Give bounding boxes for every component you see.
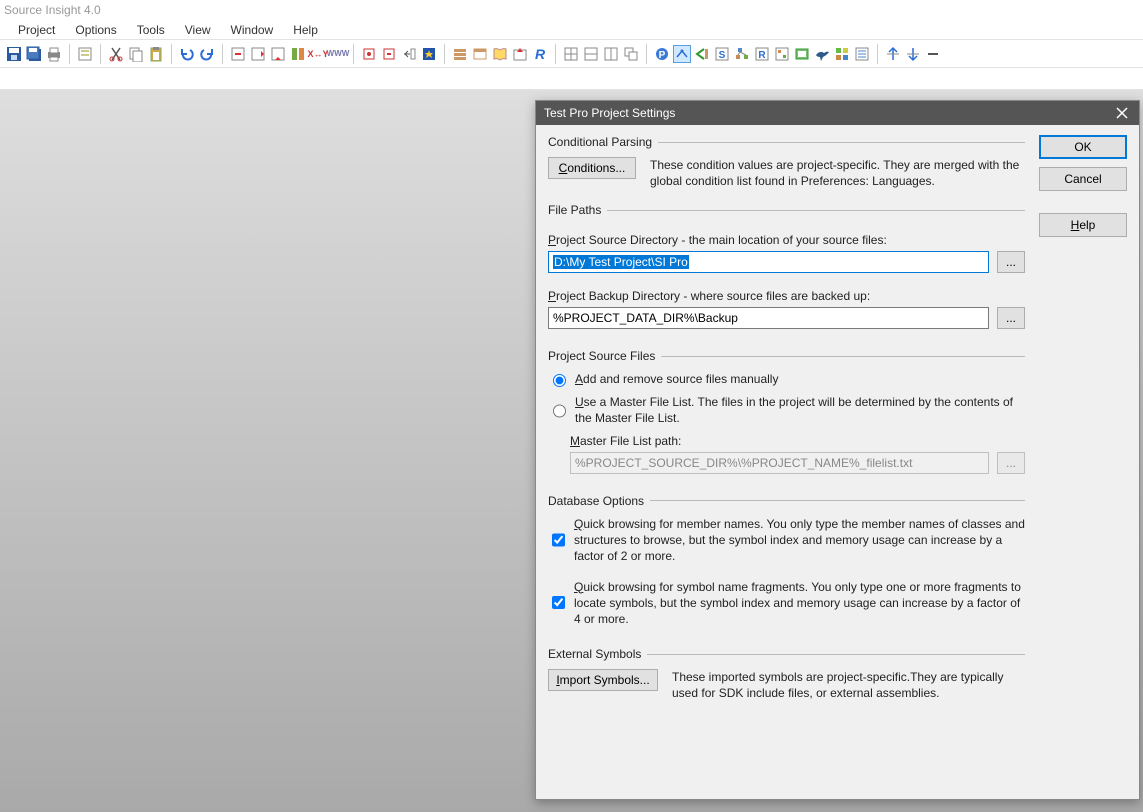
section-conditional: Conditional Parsing Conditions... These … bbox=[548, 135, 1025, 189]
check-quick-fragments-input[interactable] bbox=[552, 581, 565, 625]
tb-icon-1[interactable] bbox=[229, 45, 247, 63]
tb-icon-30[interactable] bbox=[853, 45, 871, 63]
paste-icon[interactable] bbox=[147, 45, 165, 63]
tb-icon-20[interactable]: P bbox=[653, 45, 671, 63]
section-db: Database Options Quick browsing for memb… bbox=[548, 494, 1025, 633]
tb-icon-6[interactable]: WWW bbox=[329, 45, 347, 63]
tb-icon-8[interactable] bbox=[380, 45, 398, 63]
tb-icon-24[interactable] bbox=[733, 45, 751, 63]
app-title: Source Insight 4.0 bbox=[0, 0, 1143, 20]
src-dir-label: Project Source Directory - the main loca… bbox=[548, 233, 1025, 247]
src-dir-input[interactable]: D:\My Test Project\SI Pro bbox=[548, 251, 989, 273]
radio-master-input[interactable] bbox=[553, 396, 566, 426]
ok-button[interactable]: OK bbox=[1039, 135, 1127, 159]
tb-icon-29[interactable] bbox=[833, 45, 851, 63]
conditional-desc: These condition values are project-speci… bbox=[650, 157, 1025, 189]
tb-icon-7[interactable] bbox=[360, 45, 378, 63]
tb-icon-3[interactable] bbox=[269, 45, 287, 63]
master-path-browse-button: ... bbox=[997, 452, 1025, 474]
menu-tools[interactable]: Tools bbox=[127, 21, 175, 39]
redo-icon[interactable] bbox=[198, 45, 216, 63]
master-path-label: Master File List path: bbox=[570, 434, 1025, 448]
legend-external: External Symbols bbox=[548, 647, 647, 661]
tb-icon-11[interactable] bbox=[451, 45, 469, 63]
tb-icon-10[interactable] bbox=[420, 45, 438, 63]
section-srcfiles: Project Source Files Add and remove sour… bbox=[548, 349, 1025, 474]
tb-icon-14[interactable] bbox=[511, 45, 529, 63]
svg-text:S: S bbox=[719, 50, 726, 61]
section-external: External Symbols Import Symbols... These… bbox=[548, 647, 1025, 701]
radio-master[interactable]: Use a Master File List. The files in the… bbox=[548, 394, 1025, 426]
svg-text:P: P bbox=[659, 50, 666, 61]
tb-icon-21[interactable] bbox=[673, 45, 691, 63]
master-path-input: %PROJECT_SOURCE_DIR%\%PROJECT_NAME%_file… bbox=[570, 452, 989, 474]
tb-icon-4[interactable] bbox=[289, 45, 307, 63]
tb-icon-15[interactable]: R bbox=[531, 45, 549, 63]
properties-icon[interactable] bbox=[76, 45, 94, 63]
tb-icon-18[interactable] bbox=[602, 45, 620, 63]
menu-window[interactable]: Window bbox=[221, 21, 284, 39]
svg-text:R: R bbox=[758, 50, 766, 61]
tb-icon-16[interactable] bbox=[562, 45, 580, 63]
save-all-icon[interactable] bbox=[25, 45, 43, 63]
bak-dir-browse-button[interactable]: ... bbox=[997, 307, 1025, 329]
undo-icon[interactable] bbox=[178, 45, 196, 63]
tb-icon-9[interactable] bbox=[400, 45, 418, 63]
radio-manual[interactable]: Add and remove source files manually bbox=[548, 371, 1025, 387]
tb-icon-27[interactable] bbox=[793, 45, 811, 63]
menubar: Project Options Tools View Window Help bbox=[0, 20, 1143, 40]
external-desc: These imported symbols are project-speci… bbox=[672, 669, 1025, 701]
help-button[interactable]: Help bbox=[1039, 213, 1127, 237]
save-icon[interactable] bbox=[5, 45, 23, 63]
tb-icon-25[interactable]: R bbox=[753, 45, 771, 63]
print-icon[interactable] bbox=[45, 45, 63, 63]
tb-icon-5[interactable]: X↔Y bbox=[309, 45, 327, 63]
check-quick-members-input[interactable] bbox=[552, 518, 565, 562]
bird-icon[interactable] bbox=[813, 45, 831, 63]
cut-icon[interactable] bbox=[107, 45, 125, 63]
section-filepaths: File Paths Project Source Directory - th… bbox=[548, 203, 1025, 329]
bak-dir-label: Project Backup Directory - where source … bbox=[548, 289, 1025, 303]
conditions-button[interactable]: Conditions... bbox=[548, 157, 636, 179]
menu-view[interactable]: View bbox=[175, 21, 221, 39]
src-dir-browse-button[interactable]: ... bbox=[997, 251, 1025, 273]
check-quick-members[interactable]: Quick browsing for member names. You onl… bbox=[548, 516, 1025, 565]
tb-icon-31[interactable] bbox=[884, 45, 902, 63]
book-icon[interactable] bbox=[491, 45, 509, 63]
legend-conditional: Conditional Parsing bbox=[548, 135, 658, 149]
close-icon[interactable] bbox=[1113, 104, 1131, 122]
menu-help[interactable]: Help bbox=[283, 21, 328, 39]
tb-icon-2[interactable] bbox=[249, 45, 267, 63]
tb-icon-12[interactable] bbox=[471, 45, 489, 63]
legend-filepaths: File Paths bbox=[548, 203, 607, 217]
bak-dir-input[interactable]: %PROJECT_DATA_DIR%\Backup bbox=[548, 307, 989, 329]
tab-strip bbox=[0, 68, 1143, 90]
dialog-titlebar: Test Pro Project Settings bbox=[536, 101, 1139, 125]
menu-project[interactable]: Project bbox=[8, 21, 65, 39]
tb-icon-33[interactable] bbox=[924, 45, 942, 63]
tb-icon-32[interactable] bbox=[904, 45, 922, 63]
legend-db: Database Options bbox=[548, 494, 650, 508]
dialog-title: Test Pro Project Settings bbox=[544, 106, 675, 120]
tb-icon-26[interactable] bbox=[773, 45, 791, 63]
legend-srcfiles: Project Source Files bbox=[548, 349, 661, 363]
copy-icon[interactable] bbox=[127, 45, 145, 63]
menu-options[interactable]: Options bbox=[65, 21, 126, 39]
tb-icon-22[interactable] bbox=[693, 45, 711, 63]
tb-icon-17[interactable] bbox=[582, 45, 600, 63]
import-symbols-button[interactable]: Import Symbols... bbox=[548, 669, 658, 691]
toolbar: X↔Y WWW R P S R bbox=[0, 40, 1143, 68]
radio-manual-input[interactable] bbox=[553, 373, 566, 387]
check-quick-fragments[interactable]: Quick browsing for symbol name fragments… bbox=[548, 579, 1025, 628]
project-settings-dialog: Test Pro Project Settings Conditional Pa… bbox=[535, 100, 1140, 800]
cancel-button[interactable]: Cancel bbox=[1039, 167, 1127, 191]
tb-icon-19[interactable] bbox=[622, 45, 640, 63]
tb-icon-23[interactable]: S bbox=[713, 45, 731, 63]
